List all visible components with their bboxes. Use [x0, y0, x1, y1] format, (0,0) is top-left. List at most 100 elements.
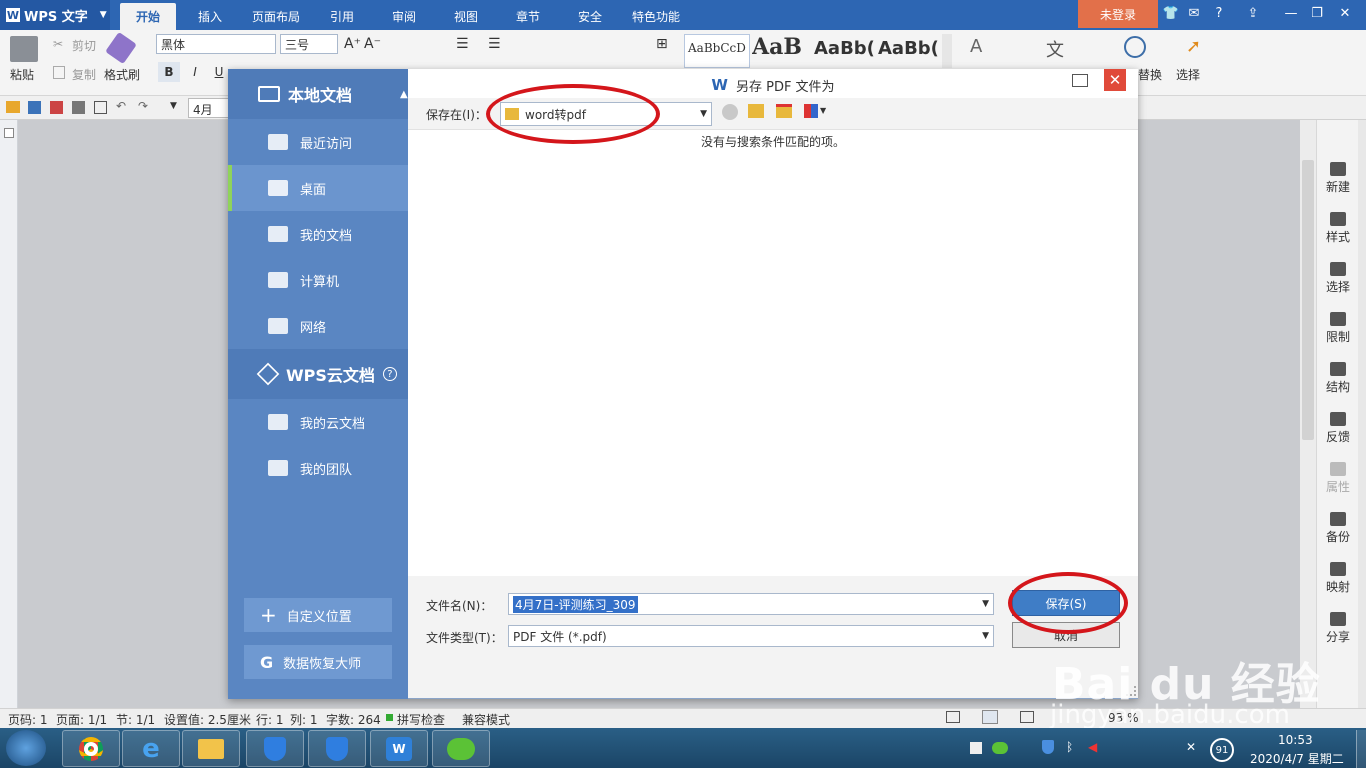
chat-icon[interactable]: ✉ [1185, 6, 1203, 21]
minimize-icon[interactable]: — [1282, 6, 1300, 21]
taskbar-shield-2[interactable] [308, 730, 366, 767]
bullet-list-icon[interactable]: ☰ [456, 36, 469, 52]
spell-check-button[interactable]: 拼写检查 [397, 711, 445, 728]
tray-shield-icon[interactable] [1042, 740, 1054, 754]
file-list-area[interactable] [408, 130, 1138, 576]
speaker-muted-icon[interactable]: ✕ [1186, 740, 1196, 754]
up-folder-icon[interactable] [748, 104, 764, 118]
select-cursor-icon[interactable]: ➚ [1186, 36, 1201, 57]
local-docs-header[interactable]: 本地文档 ▲ [228, 69, 408, 119]
copy-button[interactable]: 复制 [72, 66, 96, 83]
save-icon[interactable] [28, 101, 41, 114]
number-list-icon[interactable]: ☰ [488, 36, 501, 52]
cut-icon[interactable]: ✂ [53, 37, 63, 51]
taskbar-explorer[interactable] [182, 730, 240, 767]
sidebar-item-my-documents[interactable]: 我的文档 [228, 211, 408, 257]
taskbar-wechat[interactable] [432, 730, 490, 767]
clock-date[interactable]: 2020/4/7 星期二 [1250, 750, 1344, 767]
cut-button[interactable]: 剪切 [72, 37, 96, 54]
bluetooth-icon[interactable]: ᛒ [1066, 740, 1073, 754]
tab-home[interactable]: 开始 [120, 3, 176, 30]
panel-feedback[interactable]: 反馈 [1318, 412, 1358, 445]
tray-badge[interactable]: 91 [1210, 738, 1234, 762]
view-chevron-icon[interactable]: ▼ [820, 106, 826, 115]
tab-security[interactable]: 安全 [566, 3, 614, 30]
customize-chevron-icon[interactable]: ▼ [170, 101, 177, 111]
format-painter-button[interactable]: 格式刷 [104, 66, 140, 83]
print-preview-icon[interactable] [94, 101, 107, 114]
new-style-icon[interactable]: A [970, 36, 982, 57]
panel-structure[interactable]: 结构 [1318, 362, 1358, 395]
style-heading-1[interactable]: AaB [752, 34, 810, 68]
tab-reference[interactable]: 引用 [318, 3, 366, 30]
taskbar-shield-1[interactable] [246, 730, 304, 767]
filename-input[interactable]: 4月7日-评测练习_309 ▼ [508, 593, 994, 615]
login-button[interactable]: 未登录 [1078, 0, 1158, 28]
export-pdf-icon[interactable] [50, 101, 63, 114]
dialog-close-button[interactable]: ✕ [1104, 69, 1126, 91]
search-replace-icon[interactable] [1124, 36, 1146, 58]
panel-style[interactable]: 样式 [1318, 212, 1358, 245]
italic-button[interactable]: I [184, 62, 206, 82]
style-heading-3[interactable]: AaBb( [878, 38, 938, 66]
tab-page-layout[interactable]: 页面布局 [244, 3, 308, 30]
restore-icon[interactable]: ❐ [1308, 6, 1326, 21]
tray-wechat-icon[interactable] [992, 742, 1008, 754]
document-tab[interactable]: 4月 [188, 98, 230, 118]
panel-mapping[interactable]: 映射 [1318, 562, 1358, 595]
style-heading-2[interactable]: AaBb( [814, 38, 874, 66]
sidebar-item-computer[interactable]: 计算机 [228, 257, 408, 303]
close-icon[interactable]: ✕ [1336, 6, 1354, 21]
sidebar-item-network[interactable]: 网络 [228, 303, 408, 349]
custom-location-button[interactable]: + 自定义位置 [244, 598, 392, 632]
style-normal[interactable]: AaBbCcD [684, 34, 750, 68]
sidebar-item-my-cloud[interactable]: 我的云文档 [228, 399, 408, 445]
replace-button[interactable]: 替换 [1138, 66, 1162, 83]
panel-new[interactable]: 新建 [1318, 162, 1358, 195]
panel-properties[interactable]: 属性 [1318, 462, 1358, 495]
volume-icon[interactable]: ◀ [1088, 740, 1097, 754]
scrollbar-thumb[interactable] [1302, 160, 1314, 440]
taskbar-ie[interactable]: e [122, 730, 180, 767]
tab-insert[interactable]: 插入 [186, 3, 234, 30]
new-folder-icon[interactable] [776, 104, 792, 118]
page-view-icon[interactable] [982, 710, 998, 724]
sidebar-item-desktop[interactable]: 桌面 [228, 165, 408, 211]
app-menu-button[interactable]: W WPS 文字 ▼ [0, 0, 110, 30]
cloud-docs-header[interactable]: WPS云文档 ? [228, 349, 408, 399]
shrink-font-icon[interactable]: A⁻ [364, 36, 381, 52]
table-icon[interactable]: ⊞ [656, 36, 668, 52]
bold-button[interactable]: B [158, 62, 180, 82]
grow-font-icon[interactable]: A⁺ [344, 36, 361, 52]
dialog-maximize-icon[interactable] [1072, 74, 1088, 87]
tab-chapter[interactable]: 章节 [504, 3, 552, 30]
sidebar-item-my-team[interactable]: 我的团队 [228, 445, 408, 491]
start-button[interactable] [6, 730, 46, 766]
redo-icon[interactable]: ↷ [138, 99, 148, 113]
sidebar-item-recent[interactable]: 最近访问 [228, 119, 408, 165]
outline-view-icon[interactable] [1020, 711, 1034, 723]
font-size-select[interactable]: 三号 [280, 34, 338, 54]
clock-time[interactable]: 10:53 [1278, 733, 1313, 747]
show-desktop-button[interactable] [1356, 730, 1366, 768]
panel-restrict[interactable]: 限制 [1318, 312, 1358, 345]
taskbar-chrome[interactable] [62, 730, 120, 767]
view-menu-icon[interactable] [804, 104, 818, 118]
taskbar-wps[interactable]: W [370, 730, 428, 767]
data-recovery-button[interactable]: G 数据恢复大师 [244, 645, 392, 679]
copy-icon[interactable] [53, 66, 65, 79]
shirt-icon[interactable]: 👕 [1162, 6, 1180, 21]
underline-button[interactable]: U [208, 62, 230, 82]
back-icon[interactable] [722, 104, 738, 120]
paste-icon[interactable] [10, 36, 38, 62]
text-tools-icon[interactable]: 文 [1046, 36, 1064, 62]
pin-icon[interactable]: ⇪ [1244, 6, 1262, 21]
tab-view[interactable]: 视图 [442, 3, 490, 30]
panel-select[interactable]: 选择 [1318, 262, 1358, 295]
font-select[interactable]: 黑体 [156, 34, 276, 54]
paste-button[interactable]: 粘贴 [10, 66, 34, 83]
panel-share[interactable]: 分享 [1318, 612, 1358, 645]
flag-icon[interactable] [970, 742, 982, 754]
tab-special[interactable]: 特色功能 [628, 3, 684, 30]
open-icon[interactable] [6, 101, 20, 113]
